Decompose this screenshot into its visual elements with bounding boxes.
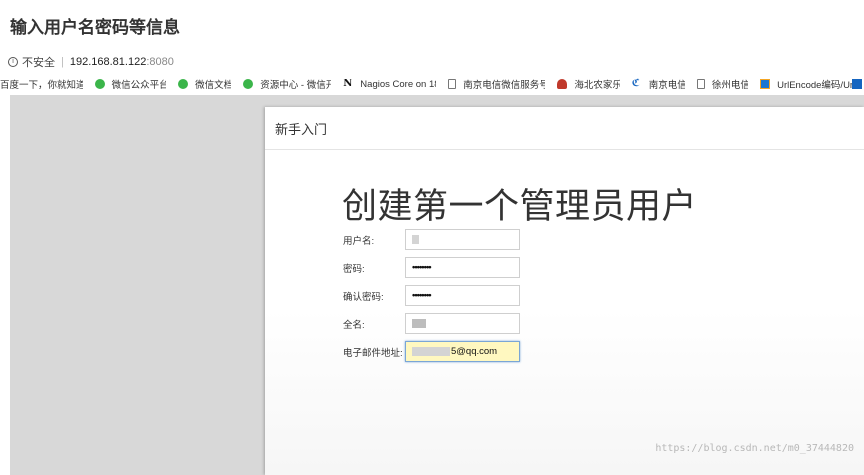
watermark: https://blog.csdn.net/m0_37444820 [655, 443, 854, 454]
wechat-icon [243, 79, 254, 89]
address-separator: | [61, 56, 64, 68]
dialog-title: 创建第一个管理员用户 [342, 187, 698, 226]
email-label: 电子邮件地址: [343, 347, 403, 359]
redacted-value [412, 319, 426, 328]
more-bookmarks-icon[interactable] [852, 79, 862, 89]
bookmark-urlencode[interactable]: UrlEncode编码/Url [760, 77, 852, 91]
wechat-icon [178, 79, 189, 89]
password-label: 密码: [343, 263, 365, 275]
password-row: 密码: •••••••• [343, 257, 520, 278]
email-row: 电子邮件地址: 5@qq.com [343, 341, 520, 362]
dialog-header-title: 新手入门 [275, 121, 328, 137]
full-name-input[interactable] [405, 313, 520, 334]
bookmark-label: 徐州电信 [711, 80, 749, 91]
confirm-password-label: 确认密码: [343, 291, 384, 303]
bookmark-wechat-resources[interactable]: 资源中心 - 微信开放 [243, 77, 331, 91]
username-label: 用户名: [343, 235, 375, 247]
password-input[interactable]: •••••••• [405, 257, 520, 278]
bookmark-label: 微信文档 [195, 80, 232, 91]
wechat-icon [94, 79, 105, 89]
bookmark-label: Nagios Core on 18 [360, 78, 437, 90]
telecom-icon: ℭ [631, 78, 640, 89]
person-icon [557, 79, 568, 89]
info-icon[interactable]: i [8, 57, 18, 67]
nagios-icon: N [343, 78, 353, 89]
address-bar[interactable]: i 不安全 | 192.168.81.122:8080 [8, 54, 174, 70]
bookmark-label: 微信公众平台 [111, 80, 167, 91]
bookmark-nanjing-telecom[interactable]: ℭ 南京电信 [631, 77, 685, 92]
page-icon [696, 79, 705, 89]
page-icon [448, 79, 457, 89]
bookmark-xuzhou-telecom[interactable]: 徐州电信 [696, 77, 749, 91]
url-host[interactable]: 192.168.81.122 [70, 56, 146, 68]
full-name-row: 全名: [343, 313, 520, 334]
bookmark-label: 南京电信微信服务号 [463, 80, 546, 91]
username-input[interactable] [405, 229, 520, 250]
bookmark-haibei[interactable]: 海北农家乐 [557, 77, 620, 91]
urlencode-icon [760, 79, 771, 89]
confirm-password-row: 确认密码: •••••••• [343, 285, 520, 306]
article-heading: 输入用户名密码等信息 [10, 18, 180, 37]
bookmark-label: 南京电信 [648, 80, 685, 91]
dialog-header: 新手入门 [265, 107, 864, 150]
email-value: 5@qq.com [451, 346, 498, 357]
bookmarks-bar: 百度一下，你就知道 微信公众平台 微信文档 资源中心 - 微信开放 N Nagi… [0, 75, 864, 93]
bookmark-baidu[interactable]: 百度一下，你就知道 [0, 77, 83, 91]
url-port[interactable]: :8080 [146, 56, 174, 68]
bookmark-nanjing-telecom-wechat[interactable]: 南京电信微信服务号 [448, 77, 545, 91]
email-input[interactable]: 5@qq.com [405, 341, 520, 362]
bookmark-wechat-docs[interactable]: 微信文档 [178, 77, 231, 91]
confirm-password-input[interactable]: •••••••• [405, 285, 520, 306]
security-label[interactable]: 不安全 [22, 54, 55, 70]
username-row: 用户名: [343, 229, 520, 250]
bookmark-label: 百度一下，你就知道 [0, 80, 83, 91]
redacted-value [412, 347, 450, 356]
bookmark-nagios[interactable]: N Nagios Core on 18 [343, 79, 436, 90]
setup-wizard-dialog: 新手入门 创建第一个管理员用户 用户名: 密码: •••••••• 确认密码: … [265, 107, 864, 475]
full-name-label: 全名: [343, 319, 365, 331]
bookmark-label: UrlEncode编码/Url [777, 80, 852, 91]
bookmark-label: 资源中心 - 微信开放 [260, 80, 332, 91]
redacted-value [412, 235, 419, 244]
bookmark-label: 海北农家乐 [574, 80, 620, 91]
bookmark-wechat-platform[interactable]: 微信公众平台 [94, 77, 167, 91]
